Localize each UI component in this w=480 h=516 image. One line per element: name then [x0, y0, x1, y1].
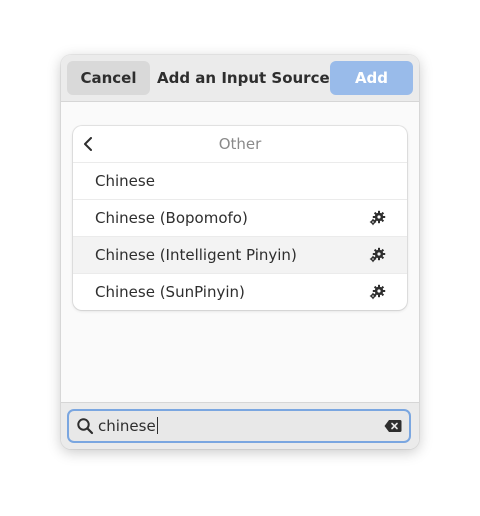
- list-item-label: Chinese (SunPinyin): [95, 283, 245, 301]
- clear-text-icon[interactable]: [384, 419, 402, 433]
- gear-icon[interactable]: [369, 284, 387, 300]
- list-item-label: Chinese (Intelligent Pinyin): [95, 246, 297, 264]
- list-item-label: Chinese: [95, 172, 155, 190]
- header-bar: Cancel Add an Input Source Add: [61, 55, 419, 102]
- cancel-button[interactable]: Cancel: [67, 61, 150, 95]
- list-header-label: Other: [218, 135, 262, 153]
- list-item-label: Chinese (Bopomofo): [95, 209, 248, 227]
- add-button[interactable]: Add: [330, 61, 413, 95]
- list-item-chinese-bopomofo[interactable]: Chinese (Bopomofo): [73, 199, 407, 236]
- search-icon: [77, 418, 94, 435]
- gear-icon[interactable]: [369, 247, 387, 263]
- input-source-list: Other Chinese Chinese (Bopomofo) Chinese…: [73, 126, 407, 310]
- add-input-source-dialog: Cancel Add an Input Source Add Other Chi…: [61, 55, 419, 449]
- list-item-chinese-intelligent-pinyin[interactable]: Chinese (Intelligent Pinyin): [73, 236, 407, 273]
- list-item-chinese[interactable]: Chinese: [73, 162, 407, 199]
- list-item-chinese-sunpinyin[interactable]: Chinese (SunPinyin): [73, 273, 407, 310]
- list-header: Other: [73, 126, 407, 162]
- gear-icon[interactable]: [369, 210, 387, 226]
- search-input[interactable]: chinese: [67, 409, 411, 443]
- dialog-title: Add an Input Source: [157, 69, 330, 87]
- search-bar: chinese: [61, 402, 419, 449]
- search-text: chinese: [98, 411, 158, 441]
